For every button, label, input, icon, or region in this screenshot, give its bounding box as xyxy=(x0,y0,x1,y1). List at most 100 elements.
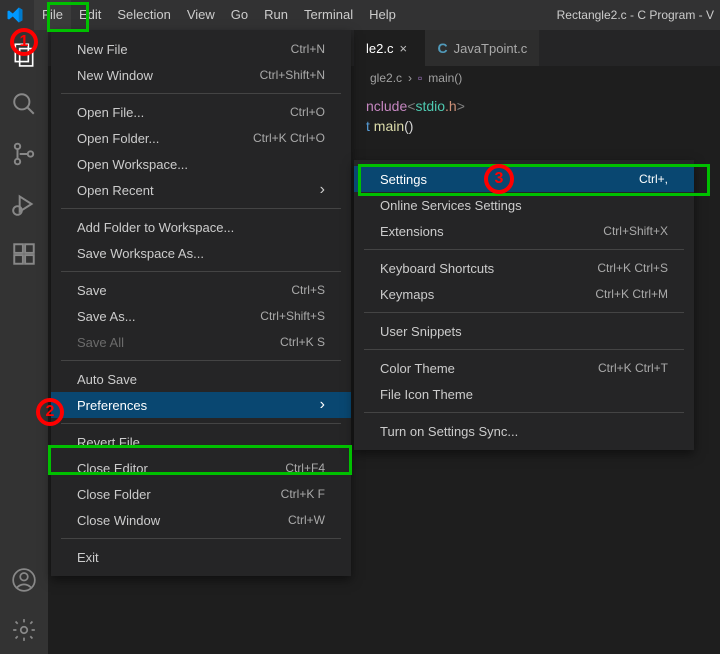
breadcrumb-fn: main() xyxy=(428,71,462,85)
pref-menu-separator xyxy=(364,412,684,413)
activity-bar xyxy=(0,30,48,654)
file-menu-close-folder[interactable]: Close FolderCtrl+K F xyxy=(51,481,351,507)
menu-item-label: Add Folder to Workspace... xyxy=(77,220,234,235)
menu-item-label: Save All xyxy=(77,335,124,350)
menu-item-label: Color Theme xyxy=(380,361,455,376)
menu-item-label: Open Workspace... xyxy=(77,157,188,172)
file-menu-exit[interactable]: Exit xyxy=(51,544,351,570)
menu-item-shortcut: Ctrl+Shift+S xyxy=(260,309,325,323)
menu-item-label: Turn on Settings Sync... xyxy=(380,424,518,439)
top-menu: FileEditSelectionViewGoRunTerminalHelp xyxy=(34,0,404,30)
pref-menu-keymaps[interactable]: KeymapsCtrl+K Ctrl+M xyxy=(354,281,694,307)
topmenu-edit[interactable]: Edit xyxy=(71,0,109,30)
menu-item-label: Save Workspace As... xyxy=(77,246,204,261)
menu-item-shortcut: Ctrl+F4 xyxy=(285,461,325,475)
menu-item-label: Save xyxy=(77,283,107,298)
title-bar: FileEditSelectionViewGoRunTerminalHelp R… xyxy=(0,0,720,30)
menu-item-shortcut: Ctrl+Shift+N xyxy=(260,68,325,82)
topmenu-terminal[interactable]: Terminal xyxy=(296,0,361,30)
pref-menu-separator xyxy=(364,349,684,350)
explorer-icon[interactable] xyxy=(10,40,38,68)
source-control-icon[interactable] xyxy=(10,140,38,168)
menu-item-shortcut: Ctrl+K Ctrl+S xyxy=(597,261,668,275)
file-menu-separator xyxy=(61,208,341,209)
menu-item-label: Revert File xyxy=(77,435,140,450)
close-icon[interactable]: × xyxy=(399,41,413,56)
menu-item-label: New Window xyxy=(77,68,153,83)
settings-icon[interactable] xyxy=(10,616,38,644)
file-menu-open-workspace[interactable]: Open Workspace... xyxy=(51,151,351,177)
file-menu-separator xyxy=(61,360,341,361)
file-menu-new-file[interactable]: New FileCtrl+N xyxy=(51,36,351,62)
file-menu-open-recent[interactable]: Open Recent xyxy=(51,177,351,203)
menu-item-shortcut: Ctrl+K Ctrl+T xyxy=(598,361,668,375)
file-menu-close-window[interactable]: Close Window Ctrl+W xyxy=(51,507,351,533)
topmenu-run[interactable]: Run xyxy=(256,0,296,30)
file-menu-revert-file[interactable]: Revert File xyxy=(51,429,351,455)
file-menu-save-workspace-as[interactable]: Save Workspace As... xyxy=(51,240,351,266)
menu-item-label: Extensions xyxy=(380,224,444,239)
file-menu-separator xyxy=(61,423,341,424)
menu-item-label: Open Folder... xyxy=(77,131,159,146)
menu-item-label: User Snippets xyxy=(380,324,462,339)
file-menu-auto-save[interactable]: Auto Save xyxy=(51,366,351,392)
file-menu-save[interactable]: Save Ctrl+S xyxy=(51,277,351,303)
tab-other[interactable]: C JavaTpoint.c xyxy=(425,30,539,66)
pref-menu-turn-on-settings-sync[interactable]: Turn on Settings Sync... xyxy=(354,418,694,444)
extensions-icon[interactable] xyxy=(10,240,38,268)
menu-item-label: Keymaps xyxy=(380,287,434,302)
file-menu-save-as[interactable]: Save As... Ctrl+Shift+S xyxy=(51,303,351,329)
menu-item-label: Online Services Settings xyxy=(380,198,522,213)
pref-menu-keyboard-shortcuts[interactable]: Keyboard ShortcutsCtrl+K Ctrl+S xyxy=(354,255,694,281)
symbol-method-icon: ▫ xyxy=(418,71,422,85)
file-menu-close-editor[interactable]: Close EditorCtrl+F4 xyxy=(51,455,351,481)
file-menu-separator xyxy=(61,93,341,94)
menu-item-label: Preferences xyxy=(77,398,147,413)
pref-menu-user-snippets[interactable]: User Snippets xyxy=(354,318,694,344)
chevron-right-icon: › xyxy=(408,71,412,85)
topmenu-help[interactable]: Help xyxy=(361,0,404,30)
menu-item-shortcut: Ctrl+S xyxy=(291,283,325,297)
file-menu-open-folder[interactable]: Open Folder...Ctrl+K Ctrl+O xyxy=(51,125,351,151)
account-icon[interactable] xyxy=(10,566,38,594)
pref-menu-settings[interactable]: SettingsCtrl+, xyxy=(354,166,694,192)
c-file-icon: C xyxy=(437,40,447,56)
pref-menu-separator xyxy=(364,312,684,313)
menu-item-label: Exit xyxy=(77,550,99,565)
menu-item-label: Close Folder xyxy=(77,487,151,502)
menu-item-label: Close Window xyxy=(77,513,160,528)
debug-icon[interactable] xyxy=(10,190,38,218)
pref-menu-online-services-settings[interactable]: Online Services Settings xyxy=(354,192,694,218)
tab-label: JavaTpoint.c xyxy=(454,41,528,56)
file-menu-new-window[interactable]: New Window Ctrl+Shift+N xyxy=(51,62,351,88)
pref-menu-separator xyxy=(364,249,684,250)
search-icon[interactable] xyxy=(10,90,38,118)
menu-item-shortcut: Ctrl+W xyxy=(288,513,325,527)
file-menu-open-file[interactable]: Open File... Ctrl+O xyxy=(51,99,351,125)
menu-item-shortcut: Ctrl+O xyxy=(290,105,325,119)
file-menu: New FileCtrl+N New Window Ctrl+Shift+N Open… xyxy=(51,30,351,576)
menu-item-label: Auto Save xyxy=(77,372,137,387)
menu-item-label: Open File... xyxy=(77,105,144,120)
pref-menu-color-theme[interactable]: Color Theme Ctrl+K Ctrl+T xyxy=(354,355,694,381)
file-menu-add-folder-to-workspace[interactable]: Add Folder to Workspace... xyxy=(51,214,351,240)
topmenu-file[interactable]: File xyxy=(34,0,71,30)
menu-item-label: Settings xyxy=(380,172,427,187)
vscode-icon xyxy=(6,6,24,24)
topmenu-go[interactable]: Go xyxy=(223,0,256,30)
breadcrumb-file: gle2.c xyxy=(370,71,402,85)
file-menu-preferences[interactable]: Preferences xyxy=(51,392,351,418)
topmenu-view[interactable]: View xyxy=(179,0,223,30)
file-menu-separator xyxy=(61,271,341,272)
menu-item-label: Open Recent xyxy=(77,183,154,198)
pref-menu-extensions[interactable]: ExtensionsCtrl+Shift+X xyxy=(354,218,694,244)
menu-item-label: File Icon Theme xyxy=(380,387,473,402)
file-menu-separator xyxy=(61,538,341,539)
topmenu-selection[interactable]: Selection xyxy=(109,0,178,30)
tab-active[interactable]: le2.c × xyxy=(354,30,425,66)
menu-item-shortcut: Ctrl+N xyxy=(291,42,325,56)
menu-item-shortcut: Ctrl+K S xyxy=(280,335,325,349)
preferences-submenu: SettingsCtrl+, Online Services Settings Ex… xyxy=(354,160,694,450)
pref-menu-file-icon-theme[interactable]: File Icon Theme xyxy=(354,381,694,407)
menu-item-label: Save As... xyxy=(77,309,136,324)
